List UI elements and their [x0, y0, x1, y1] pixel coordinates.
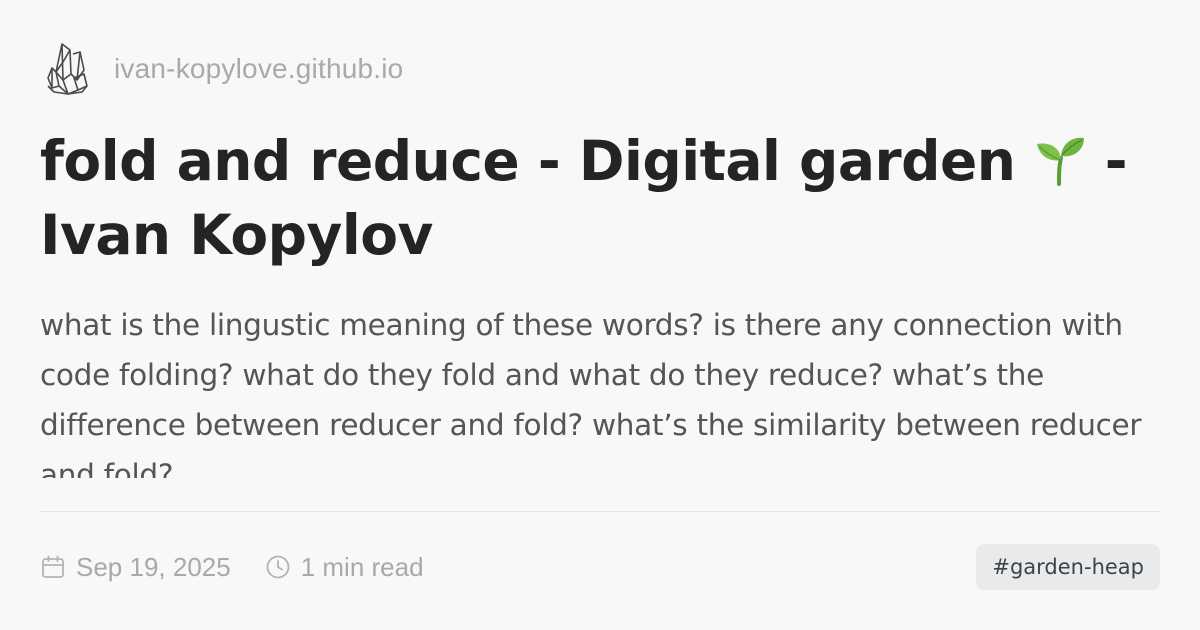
read-time: 1 min read [265, 552, 424, 583]
publish-date: Sep 19, 2025 [40, 552, 231, 583]
read-time-text: 1 min read [300, 551, 424, 582]
site-name[interactable]: ivan-kopylove.github.io [114, 53, 403, 85]
divider [40, 511, 1160, 512]
page-description: what is the lingustic meaning of these w… [40, 308, 1142, 478]
seedling-icon [1037, 137, 1085, 186]
date-text: Sep 19, 2025 [76, 551, 231, 582]
description-container: what is the lingustic meaning of these w… [40, 300, 1160, 478]
clock-icon [266, 555, 290, 579]
og-card: ivan-kopylove.github.io fold and reduce … [0, 0, 1200, 630]
crystal-cluster-icon [47, 43, 88, 95]
post-meta: Sep 19, 2025 1 min read [40, 544, 458, 590]
page-title: fold and reduce - Digital garden - Ivan … [40, 124, 1160, 272]
title-text: fold and reduce - Digital garden [40, 129, 1016, 193]
site-header: ivan-kopylove.github.io [44, 40, 403, 98]
tag-badge[interactable]: #garden-heap [976, 544, 1160, 590]
calendar-icon [42, 555, 64, 578]
